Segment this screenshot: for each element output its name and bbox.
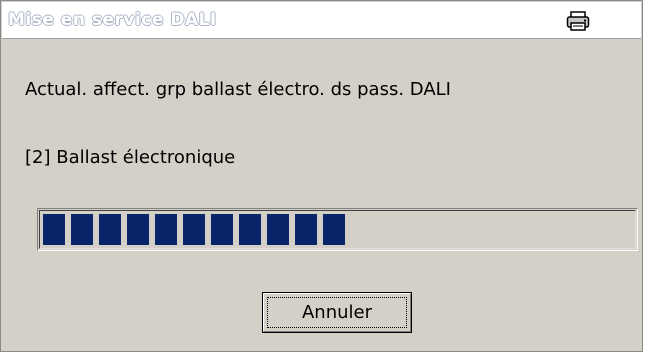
cancel-button-label: Annuler <box>301 302 372 323</box>
progress-chunk <box>183 214 205 245</box>
window-title: Mise en service DALI <box>8 10 217 30</box>
progress-fill <box>43 214 632 245</box>
progress-bar <box>37 208 638 251</box>
device-text: [2] Ballast électronique <box>25 147 236 168</box>
dali-commissioning-dialog: Mise en service DALI Actual. affect. grp… <box>0 0 643 352</box>
title-bar: Mise en service DALI <box>2 2 641 39</box>
progress-chunk <box>127 214 149 245</box>
progress-chunk <box>267 214 289 245</box>
progress-chunk <box>211 214 233 245</box>
progress-chunk <box>323 214 345 245</box>
progress-chunk <box>71 214 93 245</box>
progress-chunk <box>155 214 177 245</box>
printer-icon <box>566 11 590 31</box>
progress-chunk <box>43 214 65 245</box>
status-text: Actual. affect. grp ballast électro. ds … <box>25 79 451 100</box>
cancel-button[interactable]: Annuler <box>262 292 412 333</box>
progress-chunk <box>99 214 121 245</box>
progress-chunk <box>239 214 261 245</box>
progress-chunk <box>295 214 317 245</box>
